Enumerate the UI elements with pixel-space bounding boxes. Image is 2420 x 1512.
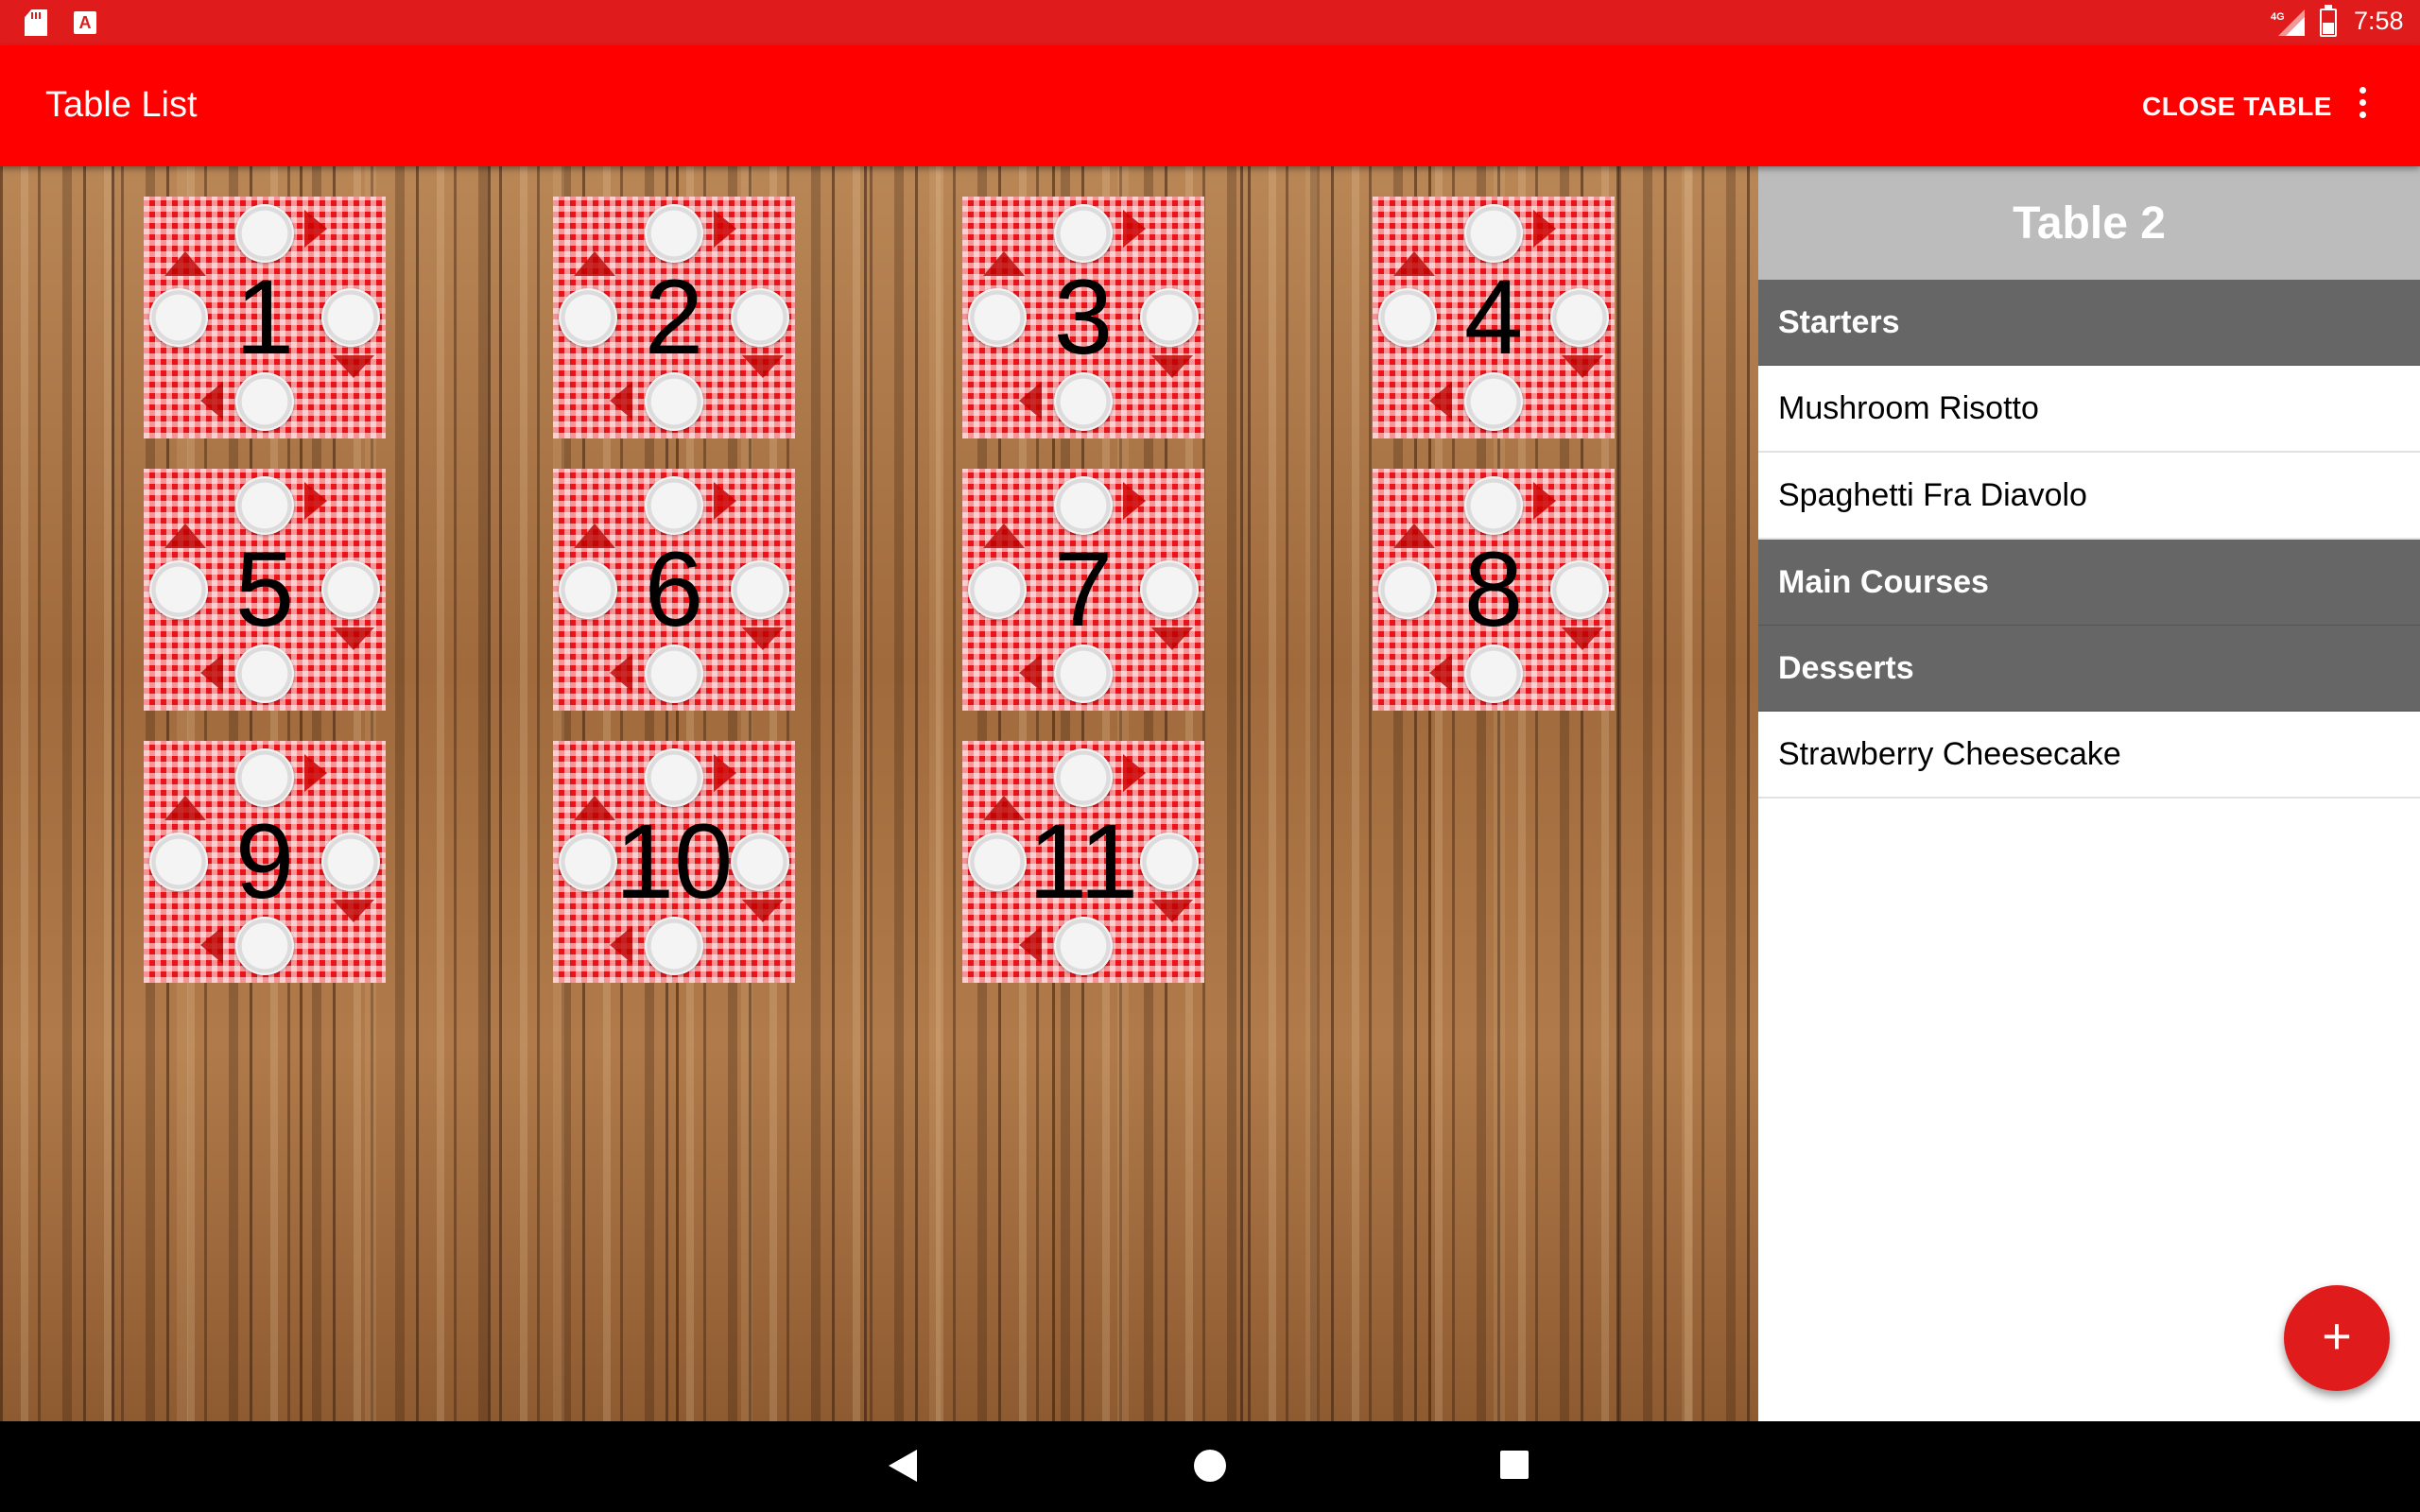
section-header-starters: Starters bbox=[1758, 280, 2420, 366]
table-tile-3[interactable]: 3 bbox=[962, 197, 1204, 438]
table-tile-1[interactable]: 1 bbox=[144, 197, 386, 438]
order-item[interactable]: Spaghetti Fra Diavolo bbox=[1758, 453, 2420, 540]
plate-icon bbox=[235, 644, 294, 703]
home-icon[interactable] bbox=[1194, 1450, 1226, 1482]
table-tile-6[interactable]: 6 bbox=[553, 469, 795, 711]
plate-icon bbox=[235, 748, 294, 807]
plate-icon bbox=[645, 476, 703, 535]
plate-icon bbox=[645, 917, 703, 975]
table-tile-11[interactable]: 11 bbox=[962, 741, 1204, 983]
table-tile-8[interactable]: 8 bbox=[1373, 469, 1615, 711]
table-number: 1 bbox=[234, 258, 295, 376]
plate-icon bbox=[1054, 204, 1113, 263]
plate-icon bbox=[1054, 917, 1113, 975]
table-number: 9 bbox=[234, 802, 295, 920]
plate-icon bbox=[1464, 644, 1523, 703]
table-number: 2 bbox=[644, 258, 704, 376]
table-number: 4 bbox=[1463, 258, 1524, 376]
table-tile-10[interactable]: 10 bbox=[553, 741, 795, 983]
section-header-main-courses: Main Courses bbox=[1758, 540, 2420, 626]
plate-icon bbox=[235, 476, 294, 535]
plus-icon: + bbox=[2322, 1308, 2352, 1365]
table-number: 7 bbox=[1053, 530, 1114, 648]
text-a-icon: A bbox=[74, 11, 96, 34]
table-tile-4[interactable]: 4 bbox=[1373, 197, 1615, 438]
navigation-bar bbox=[0, 1421, 2420, 1512]
app-title: Table List bbox=[45, 85, 198, 125]
table-tile-7[interactable]: 7 bbox=[962, 469, 1204, 711]
plate-icon bbox=[645, 644, 703, 703]
status-clock: 7:58 bbox=[2354, 7, 2404, 35]
plate-icon bbox=[1464, 476, 1523, 535]
table-tile-5[interactable]: 5 bbox=[144, 469, 386, 711]
plate-icon bbox=[1464, 204, 1523, 263]
more-vert-icon[interactable] bbox=[2348, 87, 2377, 125]
plate-icon bbox=[645, 204, 703, 263]
plate-icon bbox=[235, 372, 294, 431]
plate-icon bbox=[645, 372, 703, 431]
table-tile-2[interactable]: 2 bbox=[553, 197, 795, 438]
table-number: 8 bbox=[1463, 530, 1524, 648]
network-label: 4G bbox=[2271, 11, 2285, 23]
plate-icon bbox=[645, 748, 703, 807]
plate-icon bbox=[1054, 476, 1113, 535]
close-table-button[interactable]: CLOSE TABLE bbox=[2142, 92, 2332, 122]
plate-icon bbox=[235, 204, 294, 263]
add-item-button[interactable]: + bbox=[2284, 1285, 2390, 1391]
order-item[interactable]: Mushroom Risotto bbox=[1758, 366, 2420, 453]
table-number: 6 bbox=[644, 530, 704, 648]
sd-card-icon bbox=[25, 9, 47, 36]
table-number: 5 bbox=[234, 530, 295, 648]
table-number: 10 bbox=[614, 802, 734, 920]
order-panel: Table 2 Starters Mushroom Risotto Spaghe… bbox=[1758, 166, 2420, 1421]
order-panel-title: Table 2 bbox=[1758, 166, 2420, 280]
status-bar: A 4G 7:58 bbox=[0, 0, 2420, 45]
plate-icon bbox=[235, 917, 294, 975]
app-bar: Table List CLOSE TABLE bbox=[0, 45, 2420, 166]
plate-icon bbox=[1054, 748, 1113, 807]
plate-icon bbox=[1054, 644, 1113, 703]
table-number: 11 bbox=[1028, 802, 1139, 920]
section-header-desserts: Desserts bbox=[1758, 626, 2420, 712]
signal-4g-icon: 4G bbox=[2271, 9, 2305, 36]
plate-icon bbox=[1464, 372, 1523, 431]
table-tile-9[interactable]: 9 bbox=[144, 741, 386, 983]
table-number: 3 bbox=[1053, 258, 1114, 376]
back-icon[interactable] bbox=[889, 1450, 917, 1482]
battery-icon bbox=[2320, 5, 2337, 37]
plate-icon bbox=[1054, 372, 1113, 431]
order-item[interactable]: Strawberry Cheesecake bbox=[1758, 712, 2420, 799]
recents-icon[interactable] bbox=[1500, 1451, 1529, 1479]
